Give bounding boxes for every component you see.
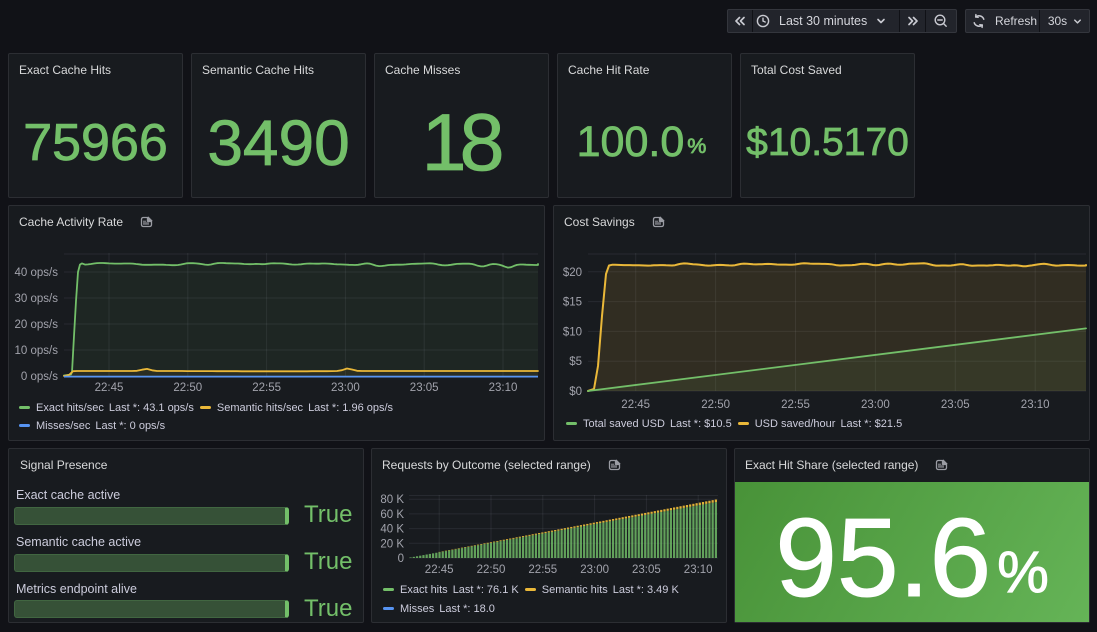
svg-text:23:05: 23:05: [632, 564, 661, 576]
svg-text:30 ops/s: 30 ops/s: [15, 293, 59, 305]
svg-text:40 ops/s: 40 ops/s: [15, 267, 59, 279]
svg-text:80 K: 80 K: [380, 494, 404, 506]
svg-text:23:00: 23:00: [580, 564, 609, 576]
svg-text:22:55: 22:55: [781, 399, 810, 411]
svg-text:22:50: 22:50: [477, 564, 506, 576]
svg-text:10 ops/s: 10 ops/s: [15, 345, 59, 357]
svg-text:22:50: 22:50: [701, 399, 730, 411]
svg-text:$20: $20: [563, 267, 582, 279]
svg-text:20 K: 20 K: [380, 538, 404, 550]
svg-text:22:45: 22:45: [425, 564, 454, 576]
svg-text:22:55: 22:55: [252, 382, 281, 394]
svg-text:23:05: 23:05: [410, 382, 439, 394]
svg-text:0: 0: [398, 553, 404, 565]
svg-text:23:10: 23:10: [489, 382, 518, 394]
svg-text:$10: $10: [563, 326, 582, 338]
svg-text:$0: $0: [569, 386, 582, 398]
svg-text:40 K: 40 K: [380, 524, 404, 536]
svg-text:23:10: 23:10: [684, 564, 713, 576]
svg-text:22:45: 22:45: [95, 382, 124, 394]
svg-text:22:55: 22:55: [528, 564, 557, 576]
svg-text:22:45: 22:45: [621, 399, 650, 411]
svg-text:23:10: 23:10: [1021, 399, 1050, 411]
svg-text:23:05: 23:05: [941, 399, 970, 411]
svg-text:23:00: 23:00: [331, 382, 360, 394]
svg-text:$15: $15: [563, 297, 582, 309]
svg-text:$5: $5: [569, 356, 582, 368]
svg-text:23:00: 23:00: [861, 399, 890, 411]
svg-text:60 K: 60 K: [380, 509, 404, 521]
svg-text:22:50: 22:50: [173, 382, 202, 394]
svg-text:20 ops/s: 20 ops/s: [15, 319, 59, 331]
svg-text:0 ops/s: 0 ops/s: [21, 371, 58, 383]
